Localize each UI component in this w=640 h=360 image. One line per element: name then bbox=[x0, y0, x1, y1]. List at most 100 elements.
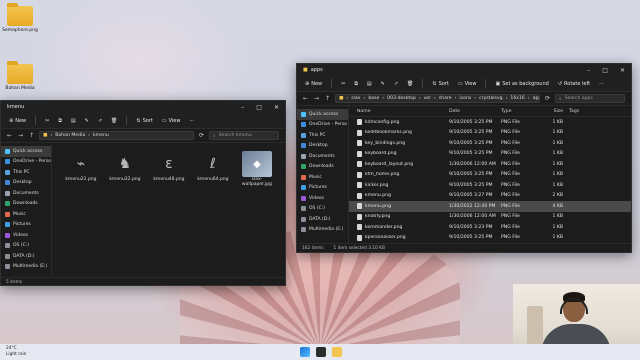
sidebar-item-music[interactable]: Music bbox=[1, 209, 51, 220]
sidebar-item-desktop[interactable]: Desktop bbox=[1, 178, 51, 189]
file-tile[interactable]: ♞ kmenu32.png bbox=[106, 151, 144, 182]
set-background-button[interactable]: ▣ Set as background bbox=[495, 81, 548, 87]
cut-icon[interactable]: ✂ bbox=[45, 118, 49, 124]
more-icon[interactable]: ··· bbox=[189, 118, 194, 124]
column-size[interactable]: Size bbox=[541, 109, 569, 114]
sidebar-item-os-c[interactable]: OS (C:) bbox=[297, 204, 348, 215]
sidebar-item-downloads[interactable]: Downloads bbox=[297, 162, 348, 173]
sidebar-item-documents[interactable]: Documents bbox=[297, 151, 348, 162]
table-row[interactable]: kicker.png 9/10/2005 3:25 PM PNG File 1 KB bbox=[349, 180, 631, 191]
up-icon[interactable]: ↑ bbox=[29, 132, 34, 139]
rotate-left-button[interactable]: ↺ Rotate left bbox=[558, 81, 590, 87]
rename-icon[interactable]: ✎ bbox=[85, 118, 89, 124]
table-row[interactable]: kpersonalizer.png 9/10/2005 3:25 PM PNG Fi… bbox=[349, 233, 631, 244]
sidebar-item-downloads[interactable]: Downloads bbox=[1, 199, 51, 210]
cut-icon[interactable]: ✂ bbox=[341, 81, 345, 87]
sidebar-item-onedrive[interactable]: OneDrive - Perso bbox=[297, 120, 348, 131]
desktop-icon-semaphore[interactable]: Semaphore.png bbox=[0, 3, 40, 33]
new-button[interactable]: ⊕ New bbox=[305, 81, 322, 87]
sidebar-item-multimedia-e[interactable]: Multimedia (E:) bbox=[1, 262, 51, 273]
table-row[interactable]: knotify.png 1/30/2006 12:00 AM PNG File 1 K… bbox=[349, 212, 631, 223]
address-bar[interactable]: ■ › slax › base › 003-desktop › usr › share ›… bbox=[335, 94, 540, 103]
sidebar-item-desktop[interactable]: Desktop bbox=[297, 141, 348, 152]
copy-icon[interactable]: ⧉ bbox=[58, 118, 62, 124]
file-tile[interactable]: ℓ kmenu64.png bbox=[194, 151, 232, 182]
sort-button[interactable]: ⇅ Sort bbox=[432, 81, 448, 87]
column-name[interactable]: Name bbox=[357, 109, 449, 114]
maximize-icon[interactable]: □ bbox=[602, 67, 608, 74]
view-button[interactable]: ▭ View bbox=[162, 118, 181, 124]
new-button[interactable]: ⊕ New bbox=[9, 118, 26, 124]
close-icon[interactable]: ✕ bbox=[620, 67, 625, 74]
view-icon: ▭ bbox=[161, 117, 167, 124]
view-button[interactable]: ▭ View bbox=[458, 81, 477, 87]
sidebar-item-quick-access[interactable]: Quick access bbox=[1, 146, 51, 157]
refresh-icon[interactable]: ⟳ bbox=[199, 132, 204, 139]
search-input[interactable]: ⌕ Search apps bbox=[555, 94, 625, 103]
file-tile[interactable]: ◆ slax-wallpaper.jpg bbox=[238, 151, 276, 187]
column-date[interactable]: Date bbox=[449, 109, 501, 114]
file-tile[interactable]: ε kmenu48.png bbox=[150, 151, 188, 182]
column-type[interactable]: Type bbox=[501, 109, 541, 114]
table-row[interactable]: kmenu.png 1/30/2022 12:40 PM PNG File 4 KB bbox=[349, 201, 631, 212]
forward-icon[interactable]: → bbox=[18, 132, 23, 139]
file-tile[interactable]: ⌁ kmenu22.png bbox=[62, 151, 100, 182]
sidebar-item-os-c[interactable]: OS (C:) bbox=[1, 241, 51, 252]
back-icon[interactable]: ← bbox=[303, 95, 308, 102]
sidebar-item-videos[interactable]: Videos bbox=[1, 230, 51, 241]
sidebar-item-pictures[interactable]: Pictures bbox=[297, 183, 348, 194]
sidebar-item-music[interactable]: Music bbox=[297, 172, 348, 183]
rename-icon[interactable]: ✎ bbox=[381, 81, 385, 87]
sidebar-item-data-d[interactable]: DATA (D:) bbox=[1, 251, 51, 262]
delete-icon[interactable]: 🗑 bbox=[111, 118, 117, 124]
maximize-icon[interactable]: □ bbox=[256, 104, 262, 111]
sidebar-item-multimedia-e[interactable]: Multimedia (E:) bbox=[297, 225, 348, 236]
table-row[interactable]: kdmconfig.png 9/10/2005 3:25 PM PNG File 1 … bbox=[349, 117, 631, 128]
paste-icon[interactable]: ▤ bbox=[367, 81, 372, 87]
sidebar-item-documents[interactable]: Documents bbox=[1, 188, 51, 199]
sidebar-item-pictures[interactable]: Pictures bbox=[1, 220, 51, 231]
search-input[interactable]: ⌕ Search kmenu bbox=[209, 131, 279, 140]
share-icon[interactable]: ↗ bbox=[98, 118, 102, 124]
desktop-icon-bahan-media[interactable]: Bahan Media bbox=[0, 61, 40, 91]
table-row[interactable]: kmenu.png 9/10/2005 3:27 PM PNG File 2 KB bbox=[349, 191, 631, 202]
table-row[interactable]: kfm_home.png 9/10/2005 3:25 PM PNG File 1 K… bbox=[349, 170, 631, 181]
column-tags[interactable]: Tags bbox=[569, 109, 579, 114]
table-row[interactable]: keditbookmarks.png 9/10/2005 3:25 PM PNG F… bbox=[349, 128, 631, 139]
table-row[interactable]: key_bindings.png 9/10/2005 3:25 PM PNG Fil… bbox=[349, 138, 631, 149]
sidebar-item-quick-access[interactable]: Quick access bbox=[297, 109, 348, 120]
search-icon: ⌕ bbox=[559, 96, 562, 102]
paste-icon[interactable]: ▤ bbox=[71, 118, 76, 124]
sidebar-item-this-pc[interactable]: This PC bbox=[1, 167, 51, 178]
sidebar-item-onedrive[interactable]: OneDrive - Perso bbox=[1, 157, 51, 168]
navigation-pane: Quick access OneDrive - Perso This PC De… bbox=[1, 143, 52, 277]
start-icon[interactable] bbox=[300, 347, 310, 357]
sort-button[interactable]: ⇅ Sort bbox=[136, 118, 152, 124]
copy-icon[interactable]: ⧉ bbox=[354, 81, 358, 87]
file-explorer-icon[interactable] bbox=[332, 347, 342, 357]
delete-icon[interactable]: 🗑 bbox=[407, 81, 413, 87]
refresh-icon[interactable]: ⟳ bbox=[545, 95, 550, 102]
star-icon bbox=[301, 111, 306, 117]
cell-type: PNG File bbox=[501, 140, 520, 146]
minimize-icon[interactable]: – bbox=[241, 104, 244, 111]
table-row[interactable]: keyboard.png 9/10/2005 3:25 PM PNG File 1 K… bbox=[349, 149, 631, 160]
table-row[interactable]: keyboard_layout.png 1/30/2006 12:00 AM PNG… bbox=[349, 159, 631, 170]
table-row[interactable]: kommander.png 9/10/2005 3:23 PM PNG File 1 … bbox=[349, 222, 631, 233]
sidebar-item-this-pc[interactable]: This PC bbox=[297, 130, 348, 141]
more-icon[interactable]: ··· bbox=[599, 81, 604, 87]
weather-widget[interactable]: 24°C Light rain bbox=[6, 346, 26, 358]
share-icon[interactable]: ↗ bbox=[394, 81, 398, 87]
forward-icon[interactable]: → bbox=[314, 95, 319, 102]
up-icon[interactable]: ↑ bbox=[325, 95, 330, 102]
close-icon[interactable]: ✕ bbox=[274, 104, 279, 111]
back-icon[interactable]: ← bbox=[7, 132, 12, 139]
cell-date: 9/10/2005 3:23 PM bbox=[449, 224, 493, 230]
minimize-icon[interactable]: – bbox=[587, 67, 590, 74]
sidebar-item-videos[interactable]: Videos bbox=[297, 193, 348, 204]
task-view-icon[interactable] bbox=[316, 347, 326, 357]
sidebar-item-data-d[interactable]: DATA (D:) bbox=[297, 214, 348, 225]
address-bar[interactable]: ■ › Bahan Media › kmenu bbox=[39, 131, 194, 140]
title-bar: ■ apps – □ ✕ bbox=[297, 64, 631, 76]
cell-size: 1 KB bbox=[552, 161, 563, 167]
